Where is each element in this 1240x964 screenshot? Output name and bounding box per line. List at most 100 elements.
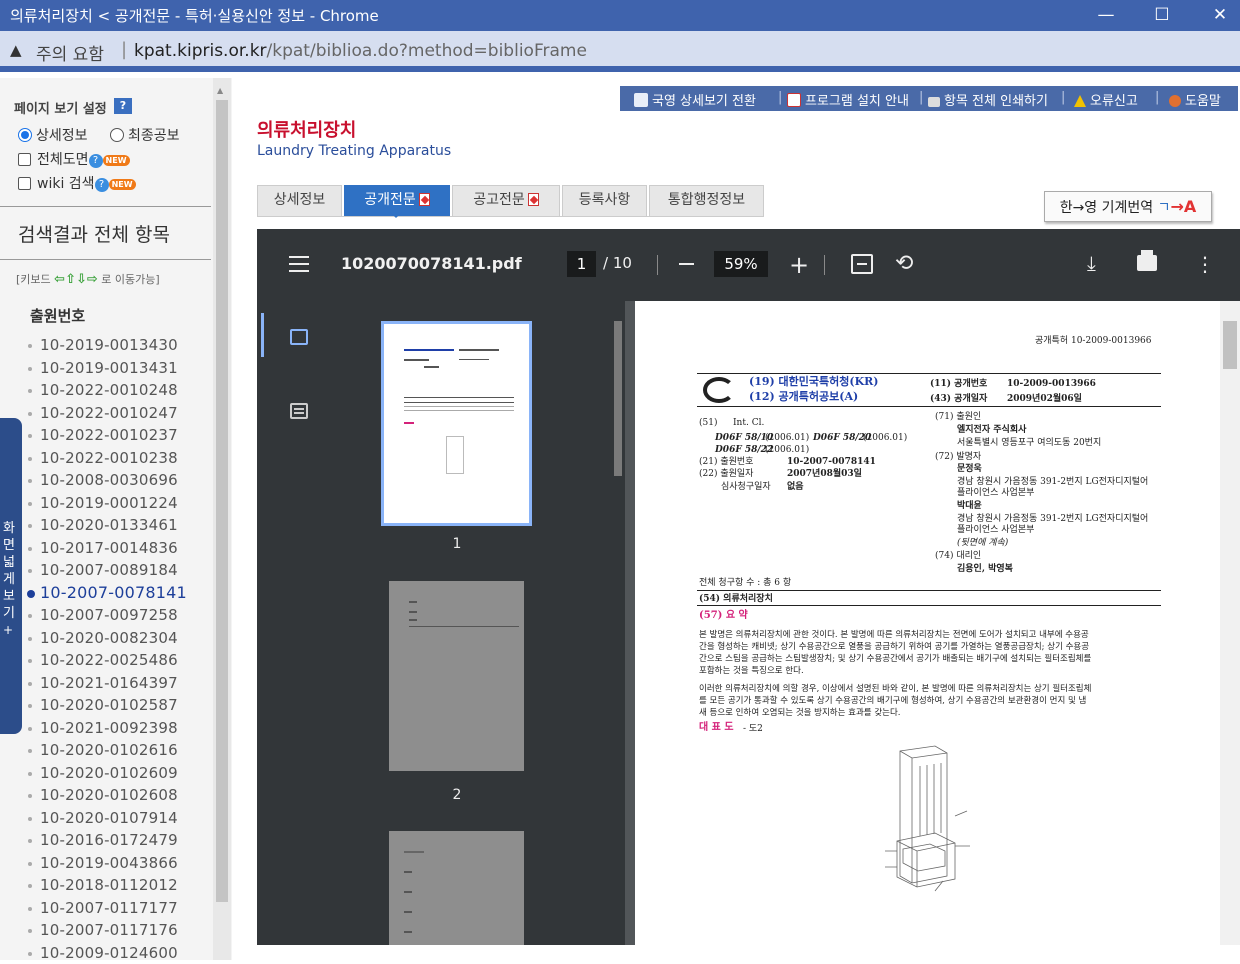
- app-number-item[interactable]: 10-2022-0010248: [28, 379, 187, 402]
- app-number-item[interactable]: 10-2016-0172479: [28, 829, 187, 852]
- sidebar-scroll-thumb[interactable]: [216, 100, 228, 902]
- app-number-item[interactable]: 10-2021-0164397: [28, 672, 187, 695]
- page-scroll-thumb[interactable]: [1223, 321, 1237, 369]
- app-number-item[interactable]: 10-2007-0097258: [28, 604, 187, 627]
- app-number-item[interactable]: 10-2020-0102608: [28, 784, 187, 807]
- app-number-item[interactable]: 10-2019-0043866: [28, 852, 187, 875]
- close-button[interactable]: ✕: [1190, 2, 1240, 30]
- app-number-item[interactable]: 10-2019-0001224: [28, 492, 187, 515]
- zoom-out-icon[interactable]: [679, 263, 694, 265]
- thumb-line: [424, 366, 439, 368]
- maximize-button[interactable]: ☐: [1132, 2, 1192, 30]
- download-icon[interactable]: ⤓: [1087, 251, 1096, 275]
- thumbnails-icon[interactable]: [290, 329, 308, 345]
- doc-inventor1-addr2: 플라이언스 사업본부: [957, 487, 1034, 499]
- doc-applicant-addr: 서울특별시 영등포구 여의도동 20번지: [957, 437, 1101, 449]
- translate-ko-glyph: ㄱ: [1158, 200, 1171, 216]
- report-link[interactable]: 오류신고: [1074, 90, 1138, 109]
- app-number-item[interactable]: 10-2020-0102587: [28, 694, 187, 717]
- app-number-item[interactable]: 10-2022-0010247: [28, 402, 187, 425]
- print-all-link[interactable]: 항목 전체 인쇄하기: [928, 90, 1048, 109]
- doc-abstract-line: 포함하는 것을 특징으로 한다.: [699, 665, 804, 677]
- radio-detail-indicator[interactable]: [18, 128, 32, 142]
- app-number-item[interactable]: 10-2007-0117176: [28, 919, 187, 942]
- app-number-item[interactable]: 10-2020-0082304: [28, 627, 187, 650]
- page-number-input[interactable]: 1: [567, 251, 596, 277]
- warning-icon[interactable]: ▲: [10, 41, 22, 59]
- radio-final-indicator[interactable]: [110, 128, 124, 142]
- switch-en-link[interactable]: 국영 상세보기 전환: [634, 90, 756, 109]
- menu-icon[interactable]: [289, 256, 309, 272]
- tab-registration[interactable]: 등록사항: [562, 185, 647, 216]
- doc-agent: 김용인, 박영복: [957, 563, 1013, 575]
- page-scrollbar[interactable]: [1220, 301, 1240, 945]
- zoom-level-input[interactable]: 59%: [714, 251, 768, 277]
- app-number-item[interactable]: 10-2019-0013430: [28, 334, 187, 357]
- sidebar-scrollbar[interactable]: ▲: [213, 78, 231, 960]
- app-number-item[interactable]: 10-2019-0013431: [28, 357, 187, 380]
- view-settings-label: 페이지 보기 설정: [14, 98, 107, 117]
- check-full-drawing[interactable]: 전체도면?NEW: [18, 149, 130, 169]
- app-number-item[interactable]: 10-2007-0117177: [28, 897, 187, 920]
- check-wiki-box[interactable]: [18, 177, 31, 190]
- app-number-item[interactable]: 10-2020-0107914: [28, 807, 187, 830]
- app-number-item[interactable]: 10-2009-0124600: [28, 942, 187, 964]
- page-thumbnail-1[interactable]: [381, 321, 532, 526]
- wide-view-tab-label: 화면넓게보기: [2, 520, 16, 622]
- representative-drawing: [875, 741, 985, 901]
- app-number-item[interactable]: 10-2020-0102616: [28, 739, 187, 762]
- page-thumbnail-2[interactable]: [389, 581, 524, 771]
- page-thumbnail-3[interactable]: [389, 831, 524, 945]
- radio-final[interactable]: 최종공보: [110, 125, 180, 145]
- doc-abstract-line: 간으로 스팀을 공급하는 스팀발생장치; 및 상기 수용공간에서 공기가 배출되…: [699, 653, 1091, 665]
- help-question-button[interactable]: ?: [114, 98, 132, 114]
- doc-header-right: 공개특허 10-2009-0013966: [1035, 335, 1152, 347]
- security-warning-label[interactable]: 주의 요함: [36, 40, 104, 65]
- url-field[interactable]: kpat.kipris.or.kr/kpat/biblioa.do?method…: [134, 41, 587, 61]
- scroll-up-icon[interactable]: ▲: [217, 86, 223, 95]
- rotate-icon[interactable]: ⟲: [895, 253, 913, 275]
- app-number-item[interactable]: 10-2022-0025486: [28, 649, 187, 672]
- wide-view-tab[interactable]: 화면넓게보기 +: [0, 418, 22, 734]
- thumbnail-scrollbar[interactable]: [611, 301, 625, 945]
- radio-detail[interactable]: 상세정보: [18, 125, 88, 145]
- arrow-down-icon: ⇩: [76, 272, 87, 287]
- app-number-item[interactable]: 10-2008-0030696: [28, 469, 187, 492]
- check-wiki[interactable]: wiki 검색?NEW: [18, 173, 136, 193]
- app-number-item[interactable]: 10-2018-0112012: [28, 874, 187, 897]
- app-number-item[interactable]: 10-2022-0010238: [28, 447, 187, 470]
- app-number-item[interactable]: 10-2020-0133461: [28, 514, 187, 537]
- tab-admin-info[interactable]: 통합행정정보: [649, 185, 764, 216]
- app-number-item[interactable]: 10-2017-0014836: [28, 537, 187, 560]
- keyboard-hint: [키보드 ⇦⇧⇩⇨ 로 이동가능]: [16, 271, 160, 287]
- more-options-icon[interactable]: ⋮: [1195, 253, 1215, 275]
- help-icon[interactable]: ?: [95, 178, 109, 192]
- doc-inventor-label: (72) 발명자: [935, 451, 981, 463]
- outline-icon[interactable]: [290, 403, 308, 419]
- rule: [697, 406, 1161, 407]
- help-icon[interactable]: ?: [89, 154, 103, 168]
- check-full-drawing-box[interactable]: [18, 153, 31, 166]
- doc-claims: 전체 청구항 수 : 총 6 항: [699, 577, 791, 589]
- doc-inventor1: 문정욱: [957, 463, 982, 475]
- doc-abstract-line: 새 등으로 인하여 오염되는 것을 방지하는 효과를 갖는다.: [699, 707, 900, 719]
- app-number-item[interactable]: 10-2022-0010237: [28, 424, 187, 447]
- app-number-item[interactable]: 10-2021-0092398: [28, 717, 187, 740]
- app-number-item[interactable]: 10-2007-0078141: [28, 582, 187, 605]
- thumbnail-scroll-thumb[interactable]: [614, 321, 622, 476]
- help-link[interactable]: 도움말: [1169, 90, 1221, 109]
- thumb-line: [404, 359, 429, 361]
- machine-translate-button[interactable]: 한→영 기계번역 ㄱ→A: [1044, 191, 1212, 222]
- pdf-viewer: 1020070078141.pdf 1 / 10 59% + ⟲ ⤓ ⋮: [257, 229, 1240, 945]
- tab-announcement[interactable]: 공고전문: [452, 185, 560, 216]
- minimize-button[interactable]: —: [1076, 2, 1136, 30]
- zoom-in-icon[interactable]: +: [789, 255, 809, 275]
- tab-detail[interactable]: 상세정보: [257, 185, 342, 216]
- fit-page-icon[interactable]: [851, 254, 873, 274]
- app-number-item[interactable]: 10-2007-0089184: [28, 559, 187, 582]
- app-number-item[interactable]: 10-2020-0102609: [28, 762, 187, 785]
- rule: [697, 373, 1161, 374]
- warning-icon: [1074, 95, 1086, 107]
- install-link[interactable]: 프로그램 설치 안내: [787, 90, 909, 109]
- print-icon[interactable]: [1137, 255, 1157, 271]
